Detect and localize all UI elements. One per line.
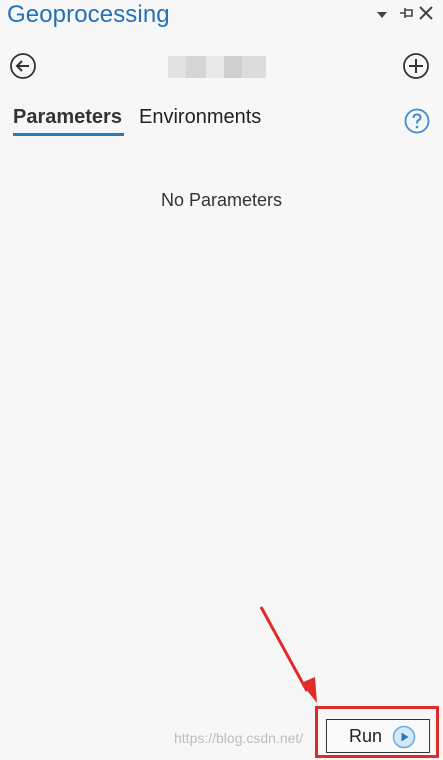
close-icon[interactable] bbox=[417, 3, 435, 23]
pin-icon[interactable] bbox=[397, 3, 415, 23]
dropdown-arrow-icon[interactable] bbox=[373, 3, 391, 23]
annotation-arrow bbox=[259, 606, 317, 703]
tab-environments[interactable]: Environments bbox=[139, 106, 261, 129]
active-tab-indicator bbox=[13, 133, 124, 136]
run-button[interactable]: Run bbox=[326, 719, 430, 753]
geoprocessing-pane: Geoprocessing Parameters Environments No… bbox=[0, 0, 443, 760]
watermark: https://blog.csdn.net/ bbox=[174, 730, 304, 746]
run-icon bbox=[392, 725, 416, 749]
empty-parameters-message: No Parameters bbox=[160, 190, 283, 210]
tool-name-obscured bbox=[168, 56, 266, 78]
help-icon[interactable] bbox=[404, 108, 430, 134]
add-icon[interactable] bbox=[402, 52, 430, 80]
run-button-label: Run bbox=[349, 726, 383, 746]
pane-title: Geoprocessing bbox=[7, 1, 170, 28]
tab-parameters[interactable]: Parameters bbox=[13, 106, 122, 129]
back-icon[interactable] bbox=[9, 52, 37, 80]
